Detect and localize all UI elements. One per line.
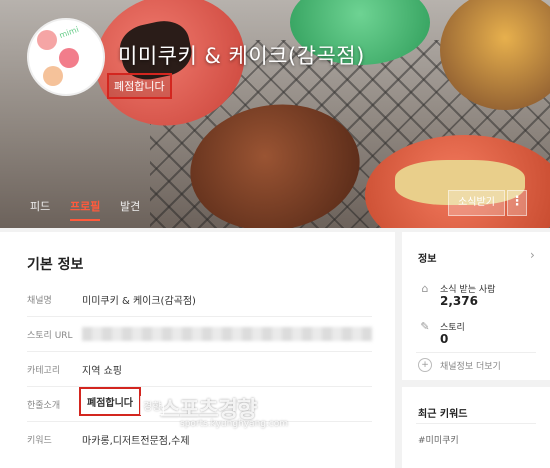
subscribers-icon: ⌂ (421, 282, 429, 295)
info-row-channel-name: 채널명 미미쿠키 & 케이크(감곡점) (27, 284, 372, 317)
blurred-url (82, 327, 372, 341)
row-value: 지역 쇼핑 (82, 366, 122, 377)
subscribe-button[interactable]: 소식받기 (448, 190, 505, 216)
row-label: 카테고리 (27, 366, 61, 376)
channel-title: 미미쿠키 & 케이크(감곡점) (118, 44, 365, 68)
info-title: 정보 (418, 254, 437, 265)
row-label: 채널명 (27, 296, 52, 306)
row-label: 스토리 URL (27, 331, 73, 341)
row-value: 마카롱,디저트전문점,수제 (82, 436, 190, 447)
keyword-tag[interactable]: #미미쿠키 (418, 433, 459, 446)
tab-feed[interactable]: 피드 (30, 198, 50, 214)
basic-info-card: 기본 정보 채널명 미미쿠키 & 케이크(감곡점) 스토리 URL 카테고리 지… (0, 232, 395, 468)
row-value: 미미쿠키 & 케이크(감곡점) (82, 296, 196, 307)
divider (416, 423, 536, 424)
row-label: 한줄소개 (27, 401, 61, 411)
chevron-right-icon[interactable]: › (530, 248, 535, 262)
channel-info-card: 정보 › ⌂ 소식 받는 사람 2,376 ✎ 스토리 0 + 채널정보 더보기 (402, 232, 550, 380)
plus-icon: + (418, 358, 432, 372)
watermark-url: sports.kyunghyang.com (180, 419, 289, 429)
tab-discover[interactable]: 발견 (120, 198, 140, 214)
pencil-icon: ✎ (420, 320, 430, 333)
channel-info-more-link[interactable]: 채널정보 더보기 (440, 359, 501, 372)
intro-value-highlighted: 폐점합니다 (79, 387, 141, 416)
subscribers-count: 2,376 (440, 294, 478, 308)
closed-badge: 폐점합니다 (107, 73, 172, 99)
stories-count: 0 (440, 332, 449, 346)
more-options-button[interactable]: ⋮ (507, 190, 527, 216)
channel-avatar[interactable]: mimi (27, 18, 105, 96)
info-row-category: 카테고리 지역 쇼핑 (27, 354, 372, 387)
recent-keywords-card: 최근 키워드 #미미쿠키 (402, 387, 550, 468)
avatar-text: mimi (58, 24, 80, 41)
basic-info-title: 기본 정보 (27, 257, 84, 273)
tab-profile[interactable]: 프로필 (70, 198, 101, 221)
divider (416, 352, 536, 353)
watermark: 경향 스포츠경향 sports.kyunghyang.com (140, 392, 288, 429)
recent-keywords-title: 최근 키워드 (418, 409, 468, 420)
info-row-story-url: 스토리 URL (27, 319, 372, 352)
watermark-mark: 경향 (140, 396, 165, 415)
row-label: 키워드 (27, 436, 52, 446)
